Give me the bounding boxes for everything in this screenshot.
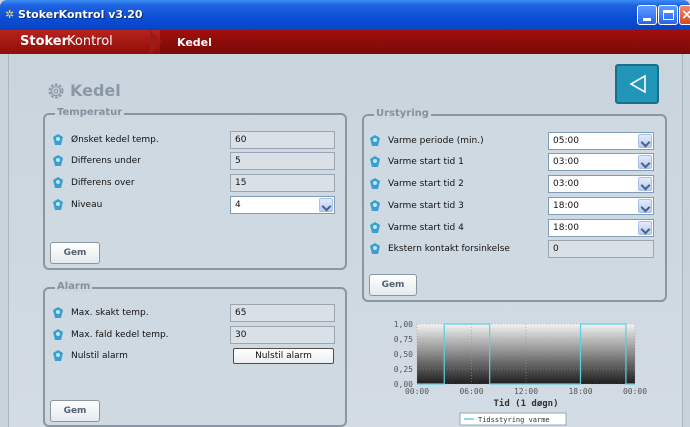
- alarm-legend: Alarm: [55, 281, 93, 292]
- label-nulstil-alarm: Nulstil alarm: [71, 351, 128, 361]
- varme-periode-value: 05:00: [553, 136, 579, 146]
- niveau-value: 4: [235, 200, 241, 210]
- alarm-save-button[interactable]: Gem: [50, 400, 100, 422]
- label-onsket-kedel-temp: Ønsket kedel temp.: [71, 135, 159, 145]
- back-triangle-icon: [629, 74, 646, 94]
- chart-x-tick-label: 00:00: [405, 387, 429, 396]
- info-icon: [53, 329, 63, 340]
- varme-periode-select[interactable]: 05:00: [548, 132, 654, 150]
- info-icon: [370, 178, 380, 189]
- info-icon: [53, 177, 63, 188]
- tidsstyring-chart: 0,000,250,500,751,00 00:00 06:00 12:00 18:0…: [394, 320, 647, 426]
- chart-x-axis-label: Tid (1 døgn): [493, 398, 558, 409]
- chart-x-tick-label: 06:00: [459, 387, 483, 396]
- differens-over-field[interactable]: 15: [230, 174, 335, 192]
- chart-x-tick-label: 18:00: [568, 387, 592, 396]
- page-title: Kedel: [70, 81, 121, 100]
- differens-under-field[interactable]: 5: [230, 152, 335, 170]
- minimize-icon: [643, 18, 651, 21]
- label-varme-periode: Varme periode (min.): [388, 136, 484, 146]
- chart-x-tick-label: 12:00: [514, 387, 538, 396]
- info-icon: [370, 200, 380, 211]
- chevron-down-icon[interactable]: [638, 199, 652, 213]
- label-max-skakt-temp: Max. skakt temp.: [71, 308, 149, 318]
- varme-start-tid-4-value: 18:00: [553, 223, 579, 233]
- chevron-down-icon[interactable]: [638, 134, 652, 148]
- back-button[interactable]: [615, 64, 659, 104]
- label-varme-start-tid-3: Varme start tid 3: [388, 201, 464, 211]
- brand-name-strong: Stoker: [20, 34, 69, 49]
- label-varme-start-tid-2: Varme start tid 2: [388, 179, 464, 189]
- window-title-bar[interactable]: ✲ StokerKontrol v3.20 ×: [0, 0, 690, 30]
- urstyring-save-button[interactable]: Gem: [369, 274, 417, 296]
- label-varme-start-tid-4: Varme start tid 4: [388, 223, 464, 233]
- breadcrumb[interactable]: Kedel: [177, 36, 212, 49]
- varme-start-tid-3-select[interactable]: 18:00: [548, 197, 654, 215]
- temperatur-save-button[interactable]: Gem: [50, 242, 100, 264]
- ekstern-kontakt-field[interactable]: 0: [548, 240, 654, 258]
- onsket-kedel-temp-field[interactable]: 60: [230, 131, 335, 149]
- info-icon: [53, 307, 63, 318]
- minimize-button[interactable]: [637, 5, 657, 25]
- label-differens-over: Differens over: [71, 178, 135, 188]
- label-ekstern-kontakt: Ekstern kontakt forsinkelse: [388, 244, 510, 254]
- varme-start-tid-1-value: 03:00: [553, 157, 579, 167]
- info-icon: [370, 243, 380, 254]
- info-icon: [53, 350, 63, 361]
- info-icon: [370, 222, 380, 233]
- info-icon: [370, 135, 380, 146]
- varme-start-tid-2-value: 03:00: [553, 179, 579, 189]
- chart-y-tick-label: 0,25: [394, 365, 413, 374]
- temperatur-legend: Temperatur: [55, 107, 125, 118]
- chevron-down-icon[interactable]: [638, 221, 652, 235]
- legend-label: Tidsstyring varme: [478, 416, 550, 424]
- max-skakt-temp-field[interactable]: 65: [230, 304, 335, 322]
- brand-arrow: [150, 30, 162, 54]
- varme-start-tid-3-value: 18:00: [553, 201, 579, 211]
- maximize-button[interactable]: [658, 5, 678, 25]
- chart-y-tick-label: 0,75: [394, 335, 413, 344]
- label-differens-under: Differens under: [71, 156, 141, 166]
- chevron-down-icon[interactable]: [638, 155, 652, 169]
- chevron-down-icon[interactable]: [638, 177, 652, 191]
- chart-legend: Tidsstyring varme: [459, 412, 567, 426]
- max-fald-kedel-temp-field[interactable]: 30: [230, 326, 335, 344]
- maximize-icon: [663, 10, 674, 20]
- brand-name-light: Kontrol: [67, 34, 113, 49]
- app-header: Stoker Kontrol Kedel: [0, 30, 690, 54]
- varme-start-tid-2-select[interactable]: 03:00: [548, 175, 654, 193]
- info-icon: [53, 134, 63, 145]
- varme-start-tid-1-select[interactable]: 03:00: [548, 153, 654, 171]
- close-button[interactable]: ×: [679, 5, 690, 25]
- app-icon: ✲: [5, 8, 15, 21]
- varme-start-tid-4-select[interactable]: 18:00: [548, 219, 654, 237]
- info-icon: [53, 155, 63, 166]
- chart-y-tick-label: 0,50: [394, 350, 413, 359]
- info-icon: [53, 199, 63, 210]
- niveau-select[interactable]: 4: [230, 196, 335, 214]
- nulstil-alarm-button[interactable]: Nulstil alarm: [233, 348, 334, 364]
- window-title: StokerKontrol v3.20: [18, 8, 143, 21]
- chevron-down-icon[interactable]: [319, 198, 333, 212]
- chart-x-tick-label: 00:00: [623, 387, 647, 396]
- urstyring-legend: Urstyring: [374, 108, 431, 119]
- label-niveau: Niveau: [71, 200, 103, 210]
- label-varme-start-tid-1: Varme start tid 1: [388, 157, 464, 167]
- close-icon: ×: [681, 7, 690, 23]
- info-icon: [370, 156, 380, 167]
- chart-y-tick-label: 1,00: [394, 320, 413, 329]
- label-max-fald-kedel-temp: Max. fald kedel temp.: [71, 330, 169, 340]
- gear-icon: [48, 83, 64, 99]
